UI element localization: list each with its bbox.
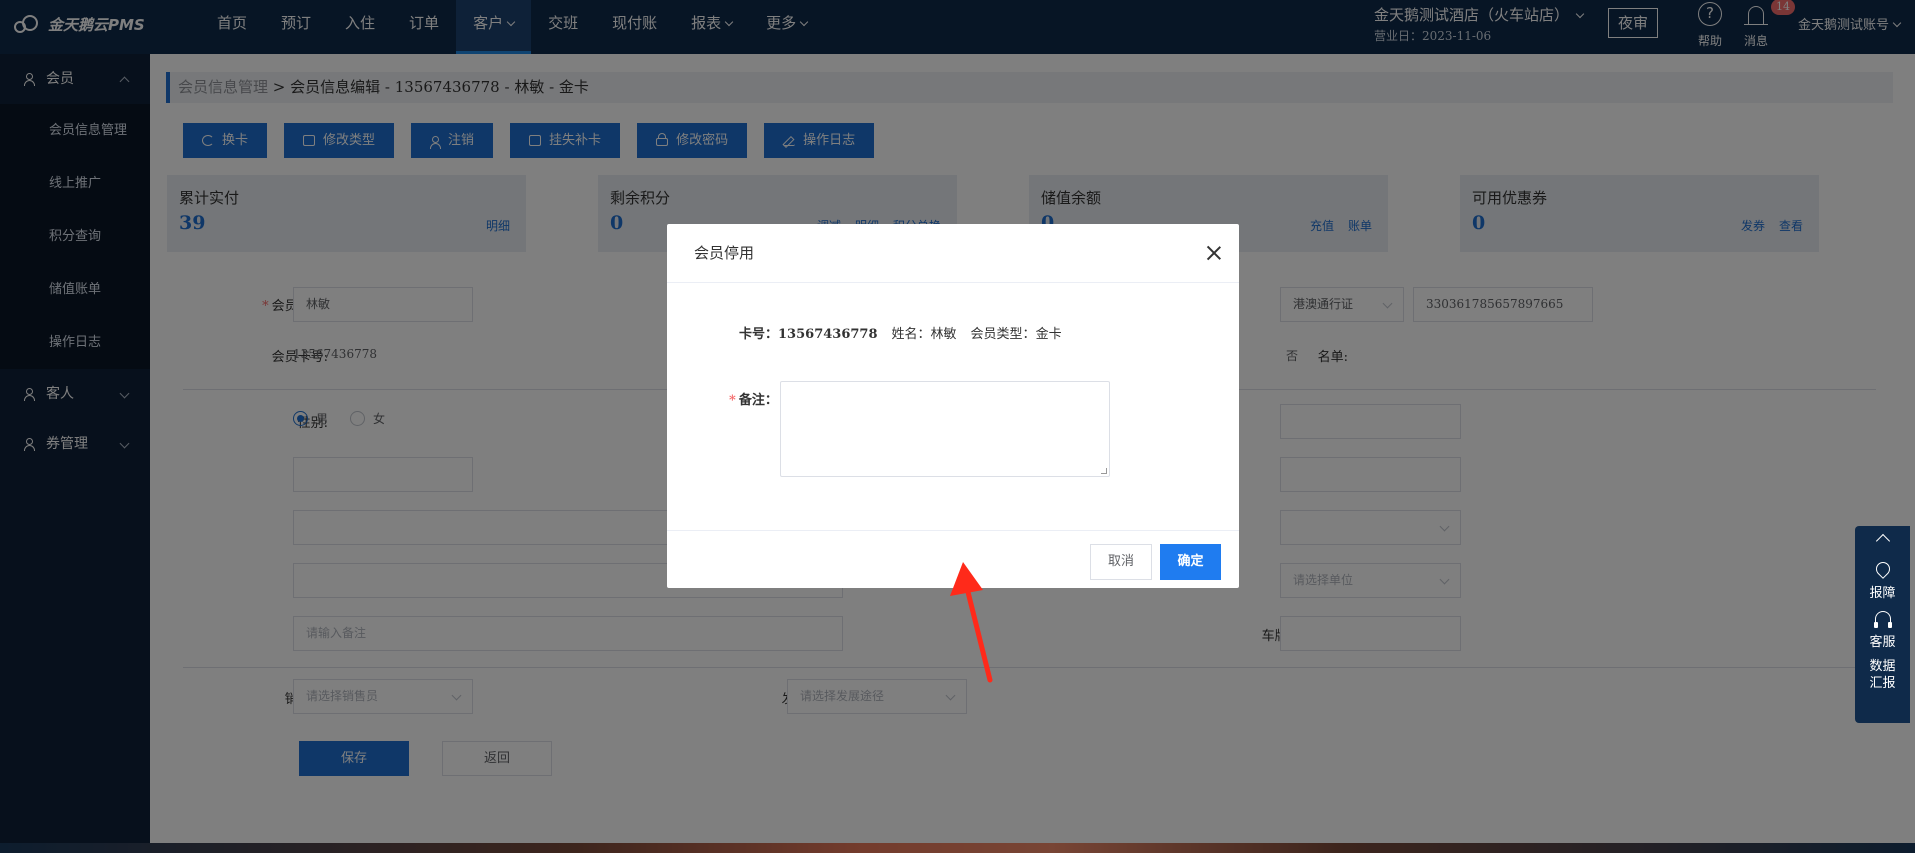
- remark-textarea[interactable]: [780, 381, 1110, 477]
- member-type: 金卡: [1035, 327, 1062, 342]
- wrench-icon: [1872, 559, 1893, 579]
- chevron-up-icon[interactable]: [1875, 533, 1890, 549]
- customer-service-button[interactable]: 客服: [1855, 601, 1910, 650]
- headset-icon: [1873, 611, 1892, 628]
- confirm-button[interactable]: 确定: [1160, 544, 1221, 580]
- floating-tool-panel: 报障 客服 数据汇报: [1855, 526, 1910, 723]
- remark-label: * 备注：: [729, 393, 778, 408]
- card-no: 13567436778: [778, 327, 878, 342]
- report-issue-button[interactable]: 报障: [1855, 552, 1910, 601]
- annotation-arrow: [950, 562, 993, 683]
- resize-handle-icon[interactable]: [1101, 468, 1107, 474]
- deactivate-member-dialog: 会员停用 卡号：13567436778 姓名：林敏 会员类型：金卡 * 备注： 取消 …: [667, 224, 1239, 588]
- dialog-header: 会员停用: [667, 224, 1239, 283]
- member-name: 林敏: [930, 327, 957, 342]
- member-summary: 卡号：13567436778 姓名：林敏 会员类型：金卡: [739, 327, 1062, 342]
- dialog-title: 会员停用: [694, 244, 755, 262]
- data-report-button[interactable]: 数据汇报: [1855, 650, 1910, 692]
- cancel-button[interactable]: 取消: [1090, 544, 1152, 580]
- close-icon[interactable]: [1207, 246, 1221, 260]
